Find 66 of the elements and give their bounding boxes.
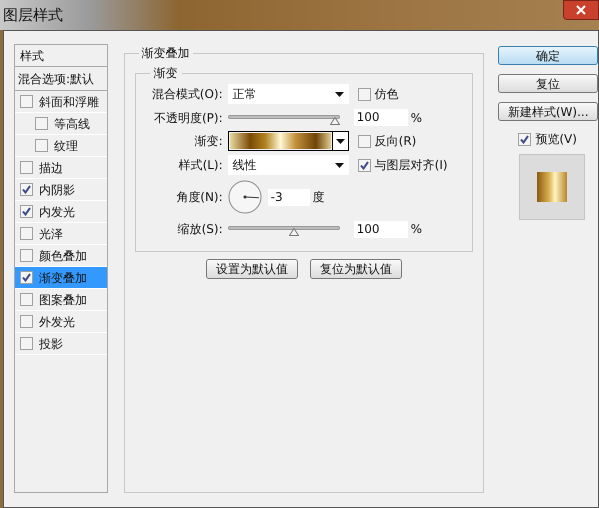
style-list-item[interactable]: 描边 bbox=[15, 157, 107, 179]
dialog-button[interactable]: 新建样式(W)... bbox=[498, 102, 598, 121]
caret-icon bbox=[334, 162, 344, 168]
checkbox[interactable] bbox=[20, 271, 33, 284]
style-list-item[interactable]: 投影 bbox=[15, 333, 107, 355]
style-list-item[interactable]: 内阴影 bbox=[15, 179, 107, 201]
field-label: 渐变: bbox=[194, 133, 224, 150]
slider-thumb[interactable] bbox=[288, 228, 299, 236]
blending-options-item[interactable]: 混合选项:默认 bbox=[15, 67, 107, 91]
group-title: 渐变 bbox=[152, 65, 179, 82]
checkbox[interactable] bbox=[20, 161, 33, 174]
close-icon bbox=[576, 5, 586, 15]
slider-thumb[interactable] bbox=[330, 116, 340, 124]
caret-icon bbox=[334, 92, 344, 96]
style-list-item[interactable]: 图案叠加 bbox=[15, 289, 107, 311]
caret-icon bbox=[336, 138, 345, 144]
default-button[interactable]: 复位为默认值 bbox=[310, 259, 402, 279]
checkbox-label: 仿色 bbox=[374, 86, 399, 103]
checkbox[interactable] bbox=[20, 227, 33, 240]
field-label: 不透明度(P): bbox=[153, 110, 224, 126]
style-list-item[interactable]: 外发光 bbox=[15, 311, 107, 333]
unit-label: % bbox=[410, 221, 422, 238]
panel-header: 样式 bbox=[15, 45, 107, 67]
opacity-input[interactable]: 100 bbox=[354, 109, 408, 126]
checkbox[interactable] bbox=[35, 139, 48, 152]
blend-mode-dropdown[interactable]: 正常 bbox=[228, 84, 349, 104]
close-button[interactable] bbox=[563, 0, 599, 20]
preview-swatch bbox=[537, 172, 568, 202]
field-label: 角度(N): bbox=[175, 189, 224, 206]
checkbox[interactable] bbox=[358, 158, 371, 172]
checkbox[interactable] bbox=[20, 183, 33, 196]
style-dropdown[interactable]: 线性 bbox=[228, 155, 349, 175]
field-label: 缩放(S): bbox=[176, 221, 224, 238]
unit-label: 度 bbox=[312, 189, 325, 206]
field-label: 样式(L): bbox=[178, 157, 224, 174]
checkbox[interactable] bbox=[518, 132, 532, 146]
section-title: 渐变叠加 bbox=[140, 45, 191, 62]
field-label: 混合模式(O): bbox=[150, 86, 224, 103]
gradient-picker[interactable] bbox=[228, 131, 349, 151]
checkbox[interactable] bbox=[20, 293, 33, 306]
checkbox-label: 与图层对齐(I) bbox=[374, 157, 448, 174]
style-list-item[interactable]: 纹理 bbox=[15, 135, 107, 157]
checkbox[interactable] bbox=[35, 117, 48, 130]
checkbox[interactable] bbox=[20, 337, 33, 350]
style-list-item[interactable]: 渐变叠加 bbox=[15, 267, 107, 289]
checkbox[interactable] bbox=[20, 205, 33, 218]
window-title: 图层样式 bbox=[2, 4, 63, 26]
style-list-item[interactable]: 斜面和浮雕 bbox=[15, 91, 107, 113]
checkbox[interactable] bbox=[20, 315, 33, 328]
gradient-swatch[interactable] bbox=[230, 133, 331, 149]
unit-label: % bbox=[410, 110, 422, 126]
checkbox[interactable] bbox=[20, 95, 33, 108]
checkbox[interactable] bbox=[358, 88, 371, 100]
style-list-item[interactable]: 等高线 bbox=[15, 113, 107, 135]
checkbox[interactable] bbox=[358, 134, 371, 148]
dialog-button[interactable]: 确定 bbox=[498, 46, 598, 65]
angle-input[interactable]: -3 bbox=[268, 188, 310, 206]
style-list-item[interactable]: 光泽 bbox=[15, 223, 107, 245]
style-list-item[interactable]: 内发光 bbox=[15, 201, 107, 223]
checkbox-label: 反向(R) bbox=[374, 133, 416, 150]
angle-dial[interactable] bbox=[228, 180, 262, 214]
default-button[interactable]: 设置为默认值 bbox=[206, 259, 298, 279]
scale-input[interactable]: 100 bbox=[354, 220, 408, 238]
checkbox[interactable] bbox=[20, 249, 33, 262]
checkbox-label: 预览(V) bbox=[535, 131, 577, 148]
dialog-button[interactable]: 复位 bbox=[498, 74, 598, 93]
